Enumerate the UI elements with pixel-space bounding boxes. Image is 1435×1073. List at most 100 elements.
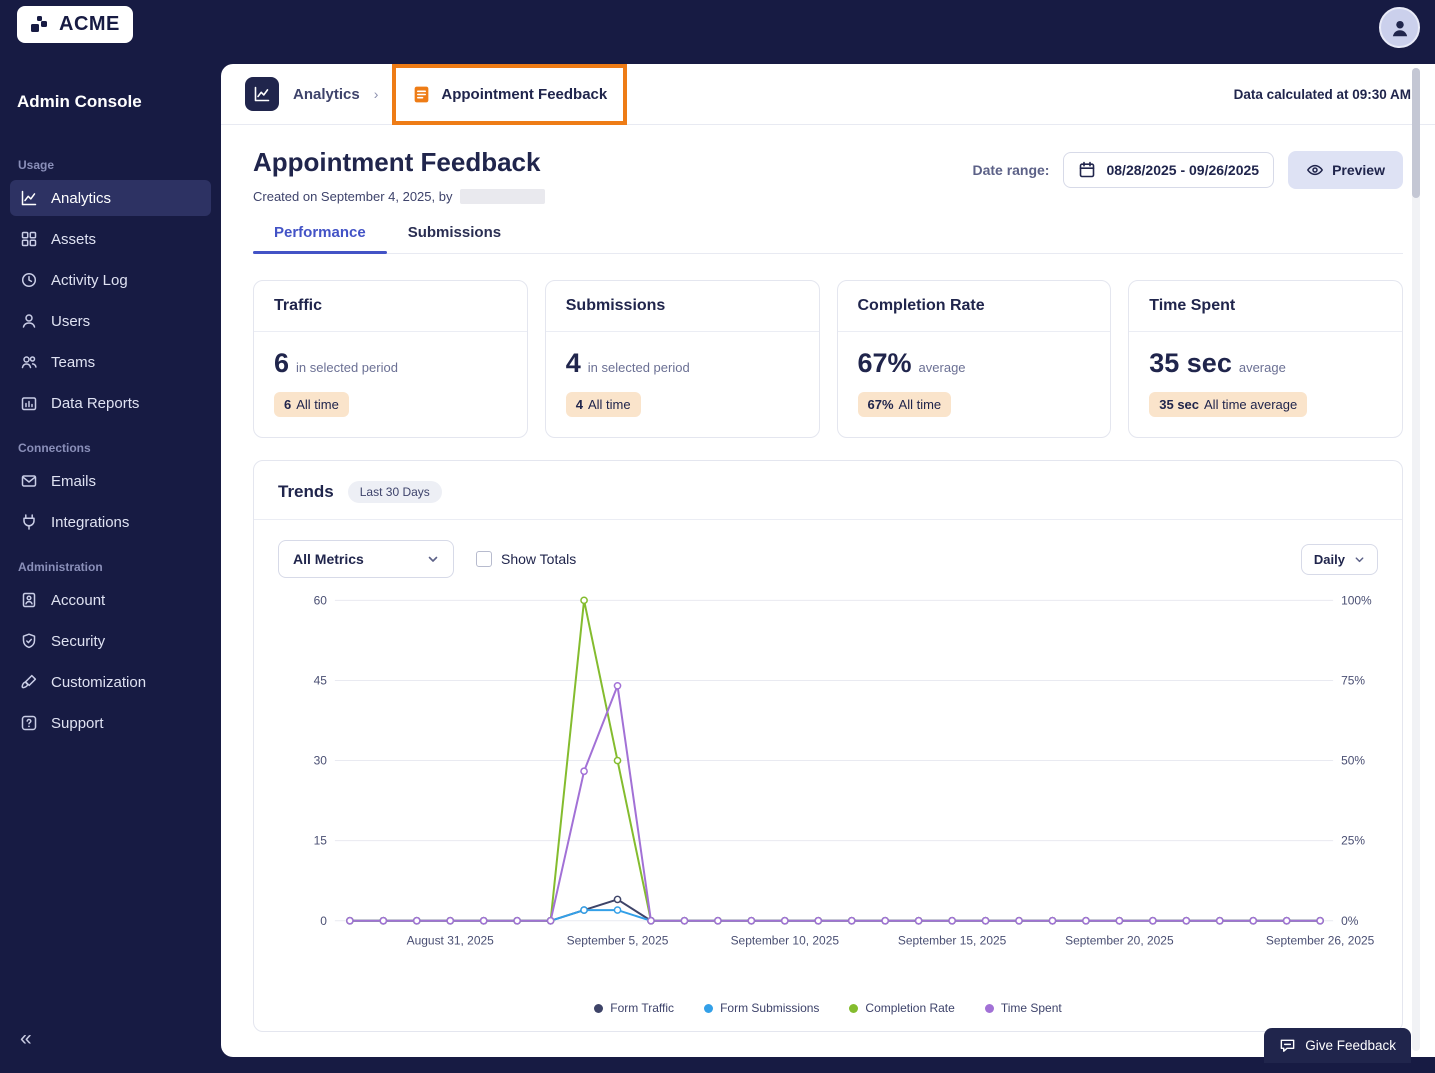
date-range-input[interactable]: 08/28/2025 - 09/26/2025 xyxy=(1063,152,1275,188)
stat-caption: average xyxy=(1238,360,1286,375)
analytics-tile[interactable] xyxy=(245,77,279,111)
breadcrumb-highlight-box: Appointment Feedback xyxy=(392,63,628,125)
legend-label: Form Submissions xyxy=(720,1001,820,1015)
stat-badge: 4 All time xyxy=(565,392,641,417)
sidebar-item-data-reports[interactable]: Data Reports xyxy=(10,385,211,421)
svg-text:25%: 25% xyxy=(1341,834,1365,848)
svg-text:0%: 0% xyxy=(1341,914,1359,928)
svg-text:September 15, 2025: September 15, 2025 xyxy=(897,934,1006,948)
svg-text:15: 15 xyxy=(313,834,327,848)
nav-section-usage: Usage xyxy=(18,158,55,172)
sidebar-item-customization[interactable]: Customization xyxy=(10,664,211,700)
chevron-down-icon xyxy=(428,556,438,562)
svg-text:50%: 50% xyxy=(1341,754,1365,768)
chart-line-icon xyxy=(21,190,37,206)
sidebar-item-teams[interactable]: Teams xyxy=(10,344,211,380)
stat-badge: 67% All time xyxy=(857,392,952,417)
stat-caption: in selected period xyxy=(587,360,690,375)
legend-dot-icon xyxy=(594,1003,604,1013)
stat-caption: average xyxy=(918,360,966,375)
trends-chart: 0 0% 15 25% 30 50% 45 75% 60 100% August 31, 2025 S… xyxy=(313,593,1374,948)
sidebar-item-account[interactable]: Account xyxy=(10,582,211,618)
nav-section-administration: Administration xyxy=(18,560,103,574)
acme-logo-text: ACME xyxy=(59,13,120,35)
stat-card-completion-rate: Completion Rate 67% average 67% All time xyxy=(836,280,1112,438)
stat-value: 6 xyxy=(274,348,290,378)
trends-card: Trends Last 30 Days All Metrics Show Tot… xyxy=(253,460,1403,1032)
stat-title: Completion Rate xyxy=(837,281,1111,332)
sidebar-item-label: Analytics xyxy=(51,189,112,207)
trends-period-pill: Last 30 Days xyxy=(347,481,442,503)
sidebar-item-label: Integrations xyxy=(51,513,130,531)
svg-text:0: 0 xyxy=(320,914,327,928)
user-icon xyxy=(22,314,36,328)
chart-legend: Form Traffic Form Submissions Completion R… xyxy=(254,999,1402,1031)
page-title: Appointment Feedback xyxy=(253,147,541,177)
feedback-bubble-icon xyxy=(1280,1039,1295,1052)
metrics-dropdown[interactable]: All Metrics xyxy=(278,540,454,578)
give-feedback-label: Give Feedback xyxy=(1305,1038,1396,1053)
sidebar-item-security[interactable]: Security xyxy=(10,623,211,659)
legend-label: Completion Rate xyxy=(865,1001,955,1015)
legend-dot-icon xyxy=(984,1003,994,1013)
show-totals-toggle[interactable]: Show Totals xyxy=(476,551,576,567)
legend-item[interactable]: Form Submissions xyxy=(704,1001,819,1015)
sidebar-item-assets[interactable]: Assets xyxy=(10,221,211,257)
sidebar-item-emails[interactable]: Emails xyxy=(10,463,211,499)
sidebar-item-label: Users xyxy=(51,312,91,330)
users-group-icon xyxy=(21,356,37,369)
preview-button-label: Preview xyxy=(1332,162,1385,178)
nav-section-connections: Connections xyxy=(18,441,91,455)
tab-performance[interactable]: Performance xyxy=(253,224,387,254)
sidebar-item-support[interactable]: Support xyxy=(10,705,211,741)
sidebar-collapse-button[interactable]: « xyxy=(20,1027,32,1051)
sidebar-item-label: Security xyxy=(51,632,106,650)
show-totals-label: Show Totals xyxy=(501,551,577,567)
tab-submissions[interactable]: Submissions xyxy=(387,224,522,253)
sidebar-item-label: Data Reports xyxy=(51,394,140,412)
sidebar-nav: Usage Analytics Assets Activity Log User… xyxy=(0,138,221,746)
preview-button[interactable]: Preview xyxy=(1288,151,1403,189)
svg-text:75%: 75% xyxy=(1341,673,1365,687)
user-avatar[interactable] xyxy=(1379,7,1420,48)
sidebar-item-label: Account xyxy=(51,591,106,609)
tab-bar: Performance Submissions xyxy=(253,224,1403,254)
scrollbar-thumb[interactable] xyxy=(1412,68,1420,198)
paint-brush-icon xyxy=(21,674,37,689)
plug-icon xyxy=(23,514,35,530)
sidebar-item-activity-log[interactable]: Activity Log xyxy=(10,262,211,298)
breadcrumb: Analytics › Appointment Feedback Data ca… xyxy=(221,63,1435,125)
svg-text:August 31, 2025: August 31, 2025 xyxy=(406,934,494,948)
stat-title: Submissions xyxy=(545,281,819,332)
sidebar: ACME Admin Console Usage Analytics Asset… xyxy=(0,0,221,1073)
redacted-author xyxy=(460,189,546,204)
stat-value: 67% xyxy=(857,348,912,378)
breadcrumb-current[interactable]: Appointment Feedback xyxy=(441,86,607,103)
interval-dropdown[interactable]: Daily xyxy=(1300,543,1378,575)
scrollbar-track[interactable] xyxy=(1412,68,1420,1051)
chevron-down-icon xyxy=(1355,556,1364,562)
page-content: Appointment Feedback Created on Septembe… xyxy=(221,125,1435,1032)
sidebar-item-label: Assets xyxy=(51,230,97,248)
show-totals-checkbox[interactable] xyxy=(476,551,492,567)
svg-text:September 20, 2025: September 20, 2025 xyxy=(1065,934,1174,948)
legend-dot-icon xyxy=(704,1003,714,1013)
chart-line-icon xyxy=(254,86,270,102)
envelope-icon xyxy=(21,475,37,487)
legend-label: Time Spent xyxy=(1000,1001,1062,1015)
sidebar-item-analytics[interactable]: Analytics xyxy=(10,180,211,216)
legend-item[interactable]: Time Spent xyxy=(984,1001,1062,1015)
id-card-icon xyxy=(22,592,36,608)
stat-card-time-spent: Time Spent 35 sec average 35 sec All time… xyxy=(1128,280,1403,438)
sidebar-item-users[interactable]: Users xyxy=(10,303,211,339)
acme-logo[interactable]: ACME xyxy=(17,6,133,43)
sidebar-item-integrations[interactable]: Integrations xyxy=(10,504,211,540)
legend-item[interactable]: Completion Rate xyxy=(849,1001,955,1015)
svg-text:September 10, 2025: September 10, 2025 xyxy=(730,934,839,948)
stat-badge: 35 sec All time average xyxy=(1149,392,1308,417)
breadcrumb-analytics-link[interactable]: Analytics xyxy=(293,86,360,103)
svg-text:30: 30 xyxy=(313,754,327,768)
give-feedback-button[interactable]: Give Feedback xyxy=(1264,1028,1411,1063)
person-icon xyxy=(1392,20,1407,36)
legend-item[interactable]: Form Traffic xyxy=(594,1001,674,1015)
